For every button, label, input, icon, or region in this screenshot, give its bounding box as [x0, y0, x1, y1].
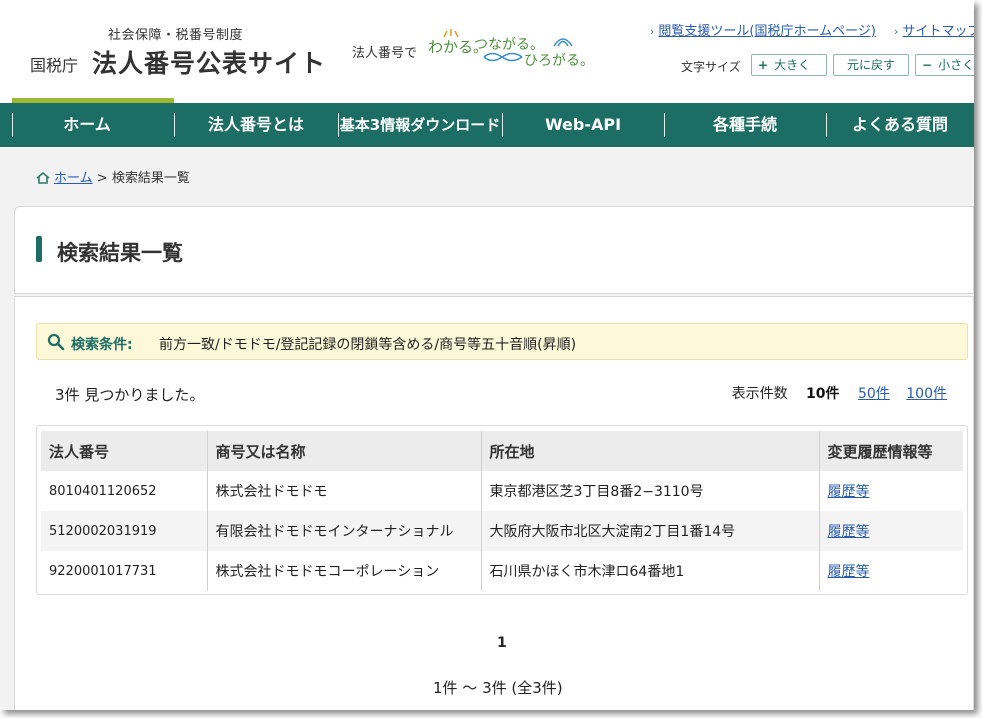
chevron-right-icon: ›	[894, 25, 899, 38]
results-table-container: 法人番号 商号又は名称 所在地 変更履歴情報等 8010401120652 株式…	[36, 425, 968, 595]
corporate-address: 東京都港区芝3丁目8番2−3110号	[481, 471, 820, 511]
font-bigger-label: 大きく	[774, 58, 811, 72]
font-reset-button[interactable]: 元に戻す	[833, 54, 909, 76]
browser-frame: 社会保障・税番号制度 国税庁 法人番号公表サイト 法人番号で わかる。 つながる…	[0, 0, 974, 710]
utility-links: › 閲覧支援ツール(国税庁ホームページ) › サイトマップ	[650, 20, 974, 39]
breadcrumb-separator: >	[96, 171, 108, 186]
per-page-current: 10件	[806, 386, 840, 402]
corporate-name: 有限会社ドモドモインターナショナル	[207, 511, 482, 551]
breadcrumb: ホーム > 検索結果一覧	[36, 167, 190, 186]
pagination-current-page: 1	[497, 635, 507, 651]
per-page-50-link[interactable]: 50件	[858, 386, 890, 402]
nav-divider	[12, 113, 13, 137]
font-smaller-button[interactable]: − 小さく	[915, 54, 974, 76]
history-cell: 履歴等	[819, 551, 963, 591]
wave-icon	[553, 38, 573, 47]
results-table: 法人番号 商号又は名称 所在地 変更履歴情報等 8010401120652 株式…	[41, 431, 963, 591]
nav-item-download[interactable]: 基本3情報ダウンロード	[338, 103, 502, 147]
nav-divider	[174, 113, 175, 137]
logo-agency[interactable]: 国税庁	[30, 52, 78, 76]
nav-item-about[interactable]: 法人番号とは	[174, 103, 338, 147]
column-header-name: 商号又は名称	[207, 431, 482, 471]
site-logo-title[interactable]: 法人番号公表サイト	[92, 44, 326, 80]
result-count: 3件 見つかりました。	[55, 384, 204, 405]
page-title: 検索結果一覧	[57, 241, 183, 265]
column-header-address: 所在地	[481, 431, 820, 471]
nav-item-procedures[interactable]: 各種手続	[664, 103, 826, 147]
corporate-number: 9220001017731	[41, 551, 208, 591]
corporate-number: 8010401120652	[41, 471, 208, 511]
nav-divider	[502, 113, 503, 137]
font-reset-label: 元に戻す	[846, 58, 895, 72]
search-condition-label: 検索条件:	[71, 337, 133, 353]
corporate-address: 石川県かほく市木津ロ64番地1	[481, 551, 820, 591]
corporate-name: 株式会社ドモドモ	[207, 471, 482, 511]
chevron-right-icon: ›	[650, 25, 655, 38]
nav-divider	[338, 113, 339, 137]
per-page-100-link[interactable]: 100件	[906, 386, 947, 402]
results-panel: 検索条件: 前方一致/ドモドモ/登記記録の閉鎖等含める/商号等五十音順(昇順) …	[14, 296, 974, 710]
result-count-suffix: 件 見つかりました。	[64, 386, 205, 404]
nav-item-webapi[interactable]: Web-API	[502, 103, 664, 147]
corporate-name: 株式会社ドモドモコーポレーション	[207, 551, 482, 591]
home-icon	[36, 172, 50, 184]
column-header-number: 法人番号	[41, 431, 208, 471]
site-header: 社会保障・税番号制度 国税庁 法人番号公表サイト 法人番号で わかる。 つながる…	[0, 0, 974, 103]
title-accent-bar	[36, 236, 42, 262]
sitemap-link[interactable]: サイトマップ	[902, 24, 974, 39]
search-icon	[47, 333, 65, 351]
table-row: 8010401120652 株式会社ドモドモ 東京都港区芝3丁目8番2−3110…	[41, 471, 963, 511]
logo-subtitle: 社会保障・税番号制度	[108, 28, 244, 43]
font-bigger-button[interactable]: + 大きく	[751, 54, 827, 76]
nav-item-faq[interactable]: よくある質問	[826, 103, 974, 147]
global-nav: ホーム 法人番号とは 基本3情報ダウンロード Web-API 各種手続 よくある…	[0, 103, 974, 147]
corporate-address: 大阪府大阪市北区大淀南2丁目1番14号	[481, 511, 820, 551]
pagination-range: 1件 〜 3件 (全3件)	[433, 679, 563, 697]
nav-divider	[826, 113, 827, 137]
font-size-label: 文字サイズ	[681, 60, 741, 74]
nav-item-home[interactable]: ホーム	[0, 103, 174, 147]
breadcrumb-home-link[interactable]: ホーム	[54, 171, 93, 186]
column-header-history: 変更履歴情報等	[819, 431, 963, 471]
accessibility-tool-link[interactable]: 閲覧支援ツール(国税庁ホームページ)	[658, 24, 876, 39]
table-header-row: 法人番号 商号又は名称 所在地 変更履歴情報等	[41, 431, 963, 471]
search-condition-box: 検索条件: 前方一致/ドモドモ/登記記録の閉鎖等含める/商号等五十音順(昇順)	[36, 323, 968, 360]
breadcrumb-current: 検索結果一覧	[111, 171, 190, 186]
history-link[interactable]: 履歴等	[828, 484, 870, 500]
minus-icon: −	[922, 58, 933, 72]
history-cell: 履歴等	[819, 471, 963, 511]
font-smaller-label: 小さく	[938, 58, 974, 72]
per-page-label: 表示件数	[731, 386, 788, 402]
plus-icon: +	[758, 58, 769, 72]
title-panel: 検索結果一覧	[14, 206, 974, 294]
corporate-number: 5120002031919	[41, 511, 208, 551]
per-page-selector: 表示件数 10件 50件 100件	[732, 383, 947, 403]
nav-divider	[664, 113, 665, 137]
tagline: 法人番号で わかる。 つながる。 ひろがる。	[352, 28, 612, 72]
tagline-prefix: 法人番号で	[352, 46, 418, 61]
search-condition-text: 前方一致/ドモドモ/登記記録の閉鎖等含める/商号等五十音順(昇順)	[159, 337, 577, 353]
result-count-number: 3	[55, 386, 65, 404]
history-link[interactable]: 履歴等	[828, 564, 870, 580]
history-cell: 履歴等	[819, 511, 963, 551]
table-row: 5120002031919 有限会社ドモドモインターナショナル 大阪府大阪市北区…	[41, 511, 963, 551]
history-link[interactable]: 履歴等	[828, 524, 870, 540]
connect-icon	[483, 52, 523, 62]
tagline-word-hirogaru: ひろがる。	[524, 53, 594, 69]
table-row: 9220001017731 株式会社ドモドモコーポレーション 石川県かほく市木津…	[41, 551, 963, 591]
